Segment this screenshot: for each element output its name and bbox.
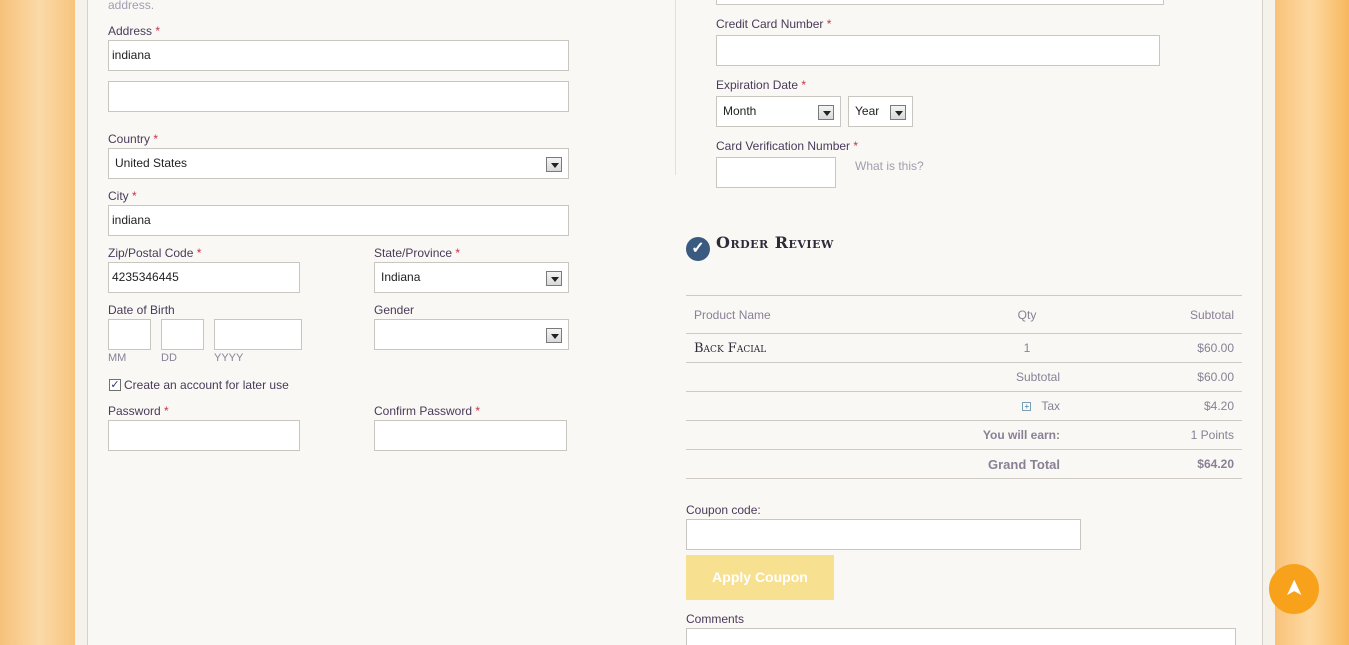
create-account-checkbox[interactable]: ✓	[109, 379, 121, 391]
chevron-down-icon	[890, 105, 906, 120]
table-row: Back Facial 1 $60.00	[686, 334, 1242, 363]
password-input[interactable]	[108, 420, 300, 451]
tax-label: Tax	[1041, 399, 1060, 413]
chevron-down-icon	[546, 271, 562, 286]
chevron-down-icon	[818, 105, 834, 120]
product-qty: 1	[1023, 341, 1031, 355]
address-line1-input[interactable]: indiana	[108, 40, 569, 71]
address-note: address.	[108, 0, 155, 12]
arrow-up-icon: ➤	[1282, 579, 1305, 597]
table-header-row: Product Name Qty Subtotal	[686, 295, 1242, 334]
coupon-label: Coupon code:	[686, 503, 761, 517]
dob-label: Date of Birth	[108, 303, 175, 317]
exp-month-select[interactable]: Month	[716, 96, 841, 127]
column-header-qty: Qty	[1017, 307, 1037, 322]
country-label: Country *	[108, 132, 159, 146]
product-subtotal: $60.00	[1197, 341, 1234, 355]
cvv-label: Card Verification Number *	[716, 139, 859, 153]
country-select[interactable]: United States	[108, 148, 569, 179]
page-container: address. Address * indiana Country * Uni…	[75, 0, 1275, 645]
address-label: Address *	[108, 24, 161, 38]
column-header-product: Product Name	[694, 307, 771, 322]
apply-coupon-button[interactable]: Apply Coupon	[686, 555, 834, 600]
grand-total-label: Grand Total	[988, 456, 1060, 472]
subtotal-label: Subtotal	[1015, 370, 1060, 384]
city-input[interactable]: indiana	[108, 205, 569, 236]
checkout-frame: address. Address * indiana Country * Uni…	[87, 0, 1263, 645]
zip-input[interactable]: 4235346445	[108, 262, 300, 293]
subtotal-value: $60.00	[1197, 370, 1234, 384]
cc-number-label: Credit Card Number *	[716, 17, 832, 31]
gender-select[interactable]	[374, 319, 569, 350]
comments-label: Comments	[686, 612, 745, 626]
dob-dd-hint: DD	[161, 352, 177, 364]
check-circle-icon: ✓	[686, 237, 710, 261]
dob-day-input[interactable]	[161, 319, 204, 350]
dob-month-input[interactable]	[108, 319, 151, 350]
dob-mm-hint: MM	[108, 352, 127, 364]
city-label: City *	[108, 189, 137, 203]
dob-yyyy-hint: YYYY	[214, 352, 244, 364]
cvv-input[interactable]	[716, 157, 836, 188]
dob-year-input[interactable]	[214, 319, 302, 350]
cc-number-input[interactable]	[716, 35, 1160, 66]
gender-label: Gender	[374, 303, 415, 317]
order-review-table: Product Name Qty Subtotal Back Facial 1 …	[686, 295, 1242, 479]
grand-total-row: Grand Total $64.20	[686, 450, 1242, 479]
product-name: Back Facial	[694, 340, 767, 356]
tax-row: + Tax $4.20	[686, 392, 1242, 421]
state-select[interactable]: Indiana	[374, 262, 569, 293]
exp-month-value: Month	[723, 104, 757, 118]
state-label: State/Province *	[374, 246, 461, 260]
exp-year-select[interactable]: Year	[848, 96, 913, 127]
earn-label: You will earn:	[982, 428, 1060, 442]
expiration-label: Expiration Date *	[716, 78, 807, 92]
exp-year-value: Year	[855, 104, 880, 118]
previous-field-input[interactable]	[716, 0, 1164, 5]
column-divider	[675, 0, 676, 175]
what-is-this-link[interactable]: What is this?	[855, 159, 924, 173]
order-review-title: Order Review	[716, 233, 834, 252]
column-header-subtotal: Subtotal	[1189, 307, 1234, 322]
subtotal-row: Subtotal $60.00	[686, 363, 1242, 392]
comments-textarea[interactable]	[686, 628, 1236, 645]
create-account-label: Create an account for later use	[124, 378, 289, 392]
chevron-down-icon	[546, 157, 562, 172]
earn-value: 1 Points	[1190, 428, 1234, 442]
tax-value: $4.20	[1203, 399, 1234, 413]
password-label: Password *	[108, 404, 169, 418]
expand-plus-icon[interactable]: +	[1022, 402, 1032, 412]
scroll-to-top-button[interactable]: ➤	[1269, 564, 1319, 614]
coupon-input[interactable]	[686, 519, 1081, 550]
chevron-down-icon	[546, 328, 562, 343]
zip-label: Zip/Postal Code *	[108, 246, 202, 260]
confirm-password-input[interactable]	[374, 420, 567, 451]
earn-row: You will earn: 1 Points	[686, 421, 1242, 450]
grand-total-value: $64.20	[1197, 457, 1234, 471]
country-value: United States	[115, 156, 188, 170]
confirm-password-label: Confirm Password *	[374, 404, 481, 418]
address-line2-input[interactable]	[108, 81, 569, 112]
tax-cell[interactable]: + Tax	[686, 392, 1068, 421]
state-value: Indiana	[381, 270, 421, 284]
